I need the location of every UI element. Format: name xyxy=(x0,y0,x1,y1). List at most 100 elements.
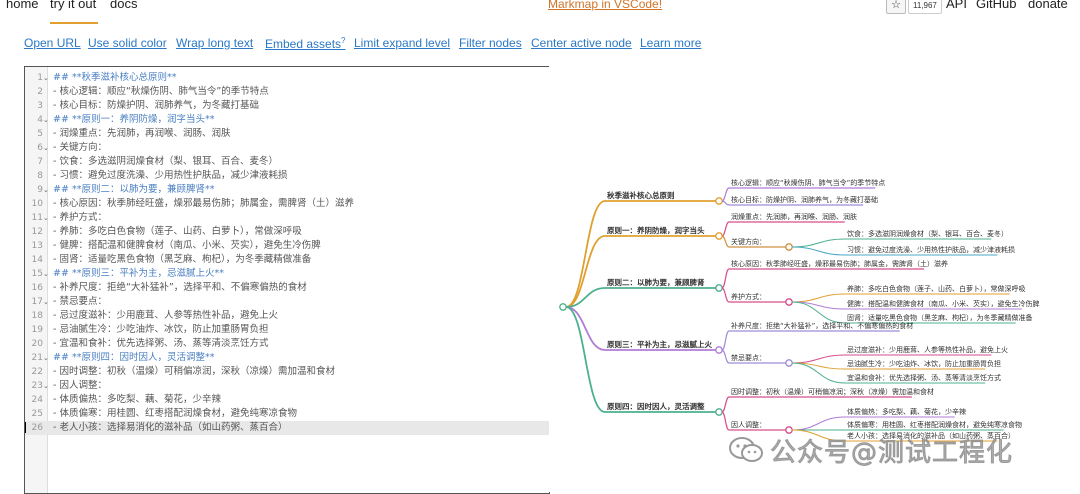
mindmap-branch-node[interactable] xyxy=(715,284,723,292)
mindmap-leaf-label[interactable]: 习惯：避免过度洗澡、少用热性护肤品，减少津液耗损 xyxy=(847,245,1015,254)
filter-nodes-link[interactable]: Filter nodes xyxy=(459,36,522,50)
mindmap-child-label[interactable]: 养护方式： xyxy=(731,292,766,301)
editor-line[interactable]: 9 ⌄ ## **原则二：以肺为要，兼顾脾肾** xyxy=(25,183,549,197)
editor-line[interactable]: 14 - 固肾：适量吃黑色食物（黑芝麻、枸杞），为冬季藏精做准备 xyxy=(25,253,549,267)
nav-home-link[interactable]: home xyxy=(6,0,39,11)
mindmap-leaf-label[interactable]: 忌过度滋补：少用鹿茸、人参等热性补品，避免上火 xyxy=(847,345,1008,354)
fold-chevron-icon[interactable]: ⌄ xyxy=(43,183,49,197)
editor-line[interactable]: 13 - 健脾：搭配温和健脾食材（南瓜、小米、芡实），避免生冷伤脾 xyxy=(25,239,549,253)
line-text: - 健脾：搭配温和健脾食材（南瓜、小米、芡实），避免生冷伤脾 xyxy=(53,240,321,251)
mindmap-child-label[interactable]: 禁忌要点： xyxy=(731,354,766,362)
editor-line[interactable]: 18 - 忌过度滋补：少用鹿茸、人参等热性补品，避免上火 xyxy=(25,309,549,323)
line-number: 8 xyxy=(37,171,43,181)
editor-line[interactable]: 11 ⌄ - 养护方式： xyxy=(25,211,549,225)
fold-chevron-icon[interactable]: ⌄ xyxy=(43,267,49,281)
line-number: 19 xyxy=(31,325,43,335)
fold-chevron-icon[interactable]: ⌄ xyxy=(43,351,49,365)
editor-line[interactable]: 23 ⌄ - 因人调整： xyxy=(25,379,549,393)
mindmap-child-label[interactable]: 润燥重点：先润肺，再润喉、润肠、润肤 xyxy=(731,212,857,221)
mindmap-leaf-label[interactable]: 宜温和食补：优先选择粥、汤、蒸等清淡烹饪方式 xyxy=(847,373,1001,382)
mindmap-branch-label[interactable]: 原则三：平补为主，忌滋腻上火 xyxy=(607,339,712,349)
nav-api-link[interactable]: API xyxy=(946,0,967,11)
editor-line[interactable]: 19 - 忌油腻生冷：少吃油炸、冰饮，防止加重肠胃负担 xyxy=(25,323,549,337)
editor-line[interactable]: 21 ⌄ ## **原则四：因时因人，灵活调整** xyxy=(25,351,549,365)
fold-chevron-icon[interactable]: ⌄ xyxy=(43,71,49,85)
mindmap-branch-label[interactable]: 秋季滋补核心总原则 xyxy=(606,190,675,200)
nav-try-it-out-link[interactable]: try it out xyxy=(50,0,96,11)
editor-line[interactable]: 7 - 饮食：多选滋阴润燥食材（梨、银耳、百合、麦冬） xyxy=(25,155,549,169)
help-marker[interactable]: ? xyxy=(341,36,345,45)
editor-line[interactable]: 15 ⌄ ## **原则三：平补为主，忌滋腻上火** xyxy=(25,267,549,281)
embed-assets-link[interactable]: Embed assets? xyxy=(265,36,346,51)
editor-line[interactable]: 17 ⌄ - 禁忌要点： xyxy=(25,295,549,309)
mindmap-leaf-label[interactable]: 体质偏寒：用桂圆、红枣搭配润燥食材，避免纯寒凉食物 xyxy=(847,420,1022,429)
editor-line[interactable]: 12 - 养肺：多吃白色食物（莲子、山药、白萝卜），常做深呼吸 xyxy=(25,225,549,239)
mindmap-child-label[interactable]: 因时调整：初秋（温燥）可稍偏凉润；深秋（凉燥）需加温和食材 xyxy=(731,387,934,396)
editor-line[interactable]: 4 ⌄ ## **原则一：养阴防燥，润字当头** xyxy=(25,113,549,127)
limit-expand-level-link[interactable]: Limit expand level xyxy=(354,36,450,50)
fold-chevron-icon[interactable]: ⌄ xyxy=(43,295,49,309)
mindmap-child-label[interactable]: 因人调整： xyxy=(731,420,766,429)
wrap-long-text-link[interactable]: Wrap long text xyxy=(176,36,253,50)
mindmap-branch-label[interactable]: 原则一：养阴防燥，润字当头 xyxy=(607,225,705,235)
nav-docs-link[interactable]: docs xyxy=(110,0,137,11)
mindmap-branch-node[interactable] xyxy=(715,232,723,240)
fold-chevron-icon[interactable]: ⌄ xyxy=(43,211,49,225)
fold-chevron-icon[interactable]: ⌄ xyxy=(43,141,49,155)
editor-line[interactable]: 16 - 补养尺度：拒绝“大补猛补”，选择平和、不偏寒偏热的食材 xyxy=(25,281,549,295)
mindmap-child-node[interactable] xyxy=(785,359,793,367)
line-text: ## **原则二：以肺为要，兼顾脾肾** xyxy=(53,184,215,195)
center-active-node-link[interactable]: Center active node xyxy=(531,36,632,50)
editor-line[interactable]: 1 ⌄ ## **秋季滋补核心总原则** xyxy=(25,71,549,85)
mindmap-leaf-label[interactable]: 忌油腻生冷：少吃油炸、冰饮，防止加重肠胃负担 xyxy=(847,359,1001,368)
mindmap-branch-label[interactable]: 原则二：以肺为要，兼顾脾肾 xyxy=(607,277,705,287)
mindmap-child-label[interactable]: 核心原因：秋季肺经旺盛，燥邪最易伤肺；肺属金，需脾肾（土）滋养 xyxy=(731,259,948,268)
editor-line[interactable]: 6 ⌄ - 关键方向： xyxy=(25,141,549,155)
markmap-vscode-link[interactable]: Markmap in VSCode! xyxy=(548,0,662,11)
open-url-link[interactable]: Open URL xyxy=(24,36,81,50)
nav-donate-link[interactable]: donate xyxy=(1028,0,1068,11)
editor-line[interactable]: 24 - 体质偏热：多吃梨、藕、菊花，少辛辣 xyxy=(25,393,549,407)
editor-line[interactable]: 2 - 核心逻辑：顺应“秋燥伤阴、肺气当令”的季节特点 xyxy=(25,85,549,99)
mindmap-child-label[interactable]: 核心目标：防燥护阴、润肺养气，为冬藏打基础 xyxy=(731,195,878,204)
mindmap-child-label[interactable]: 核心逻辑：顺应“秋燥伤阴、肺气当令”的季节特点 xyxy=(731,178,885,187)
mindmap-leaf-label[interactable]: 饮食：多选滋阴润燥食材（梨、银耳、百合、麦冬） xyxy=(847,229,1008,238)
use-solid-color-link[interactable]: Use solid color xyxy=(88,36,167,50)
mindmap-child-label[interactable]: 补养尺度：拒绝“大补猛补”，选择平和、不偏寒偏热的食材 xyxy=(731,321,913,330)
mindmap-branch-node[interactable] xyxy=(715,197,723,205)
mindmap-child-node[interactable] xyxy=(785,243,793,251)
mindmap-leaf-label[interactable]: 固肾：适量吃黑色食物（黑芝麻、枸杞），为冬季藏精做准备 xyxy=(847,313,1033,322)
mindmap-leaf-label[interactable]: 体质偏热：多吃梨、藕、菊花，少辛辣 xyxy=(847,407,966,416)
editor-line[interactable]: 3 - 核心目标：防燥护阴、润肺养气，为冬藏打基础 xyxy=(25,99,549,113)
mindmap-root-node[interactable] xyxy=(559,303,567,311)
line-text: ## **原则三：平补为主，忌滋腻上火** xyxy=(53,268,224,279)
editor-line[interactable]: 25 - 体质偏寒：用桂圆、红枣搭配润燥食材，避免纯寒凉食物 xyxy=(25,407,549,421)
mindmap-preview[interactable]: 秋季滋补核心总原则 核心逻辑：顺应“秋燥伤阴、肺气当令”的季节特点 核心目标：防燥护… xyxy=(549,66,1080,492)
editor-line[interactable]: 22 - 因时调整：初秋（温燥）可稍偏凉润，深秋（凉燥）需加温和食材 xyxy=(25,365,549,379)
editor-line[interactable]: 8 - 习惯：避免过度洗澡、少用热性护肤品，减少津液耗损 xyxy=(25,169,549,183)
star-count-badge[interactable]: 11,967 xyxy=(908,0,942,14)
fold-chevron-icon[interactable]: ⌄ xyxy=(43,379,49,393)
line-number: 18 xyxy=(31,311,43,321)
mindmap-canvas[interactable]: 秋季滋补核心总原则 核心逻辑：顺应“秋燥伤阴、肺气当令”的季节特点核心目标：防燥护… xyxy=(549,66,1080,492)
fold-chevron-icon[interactable]: ⌄ xyxy=(43,113,49,127)
line-number: 21 xyxy=(31,353,43,363)
line-text: - 老人小孩：选择易消化的滋补品（如山药粥、蒸百合） xyxy=(53,422,288,433)
mindmap-child-node[interactable] xyxy=(785,298,793,306)
mindmap-child-label[interactable]: 关键方向： xyxy=(731,237,766,246)
editor-line[interactable]: 10 - 核心原因：秋季肺经旺盛，燥邪最易伤肺；肺属金，需脾肾（土）滋养 xyxy=(25,197,549,211)
editor-line[interactable]: 5 - 润燥重点：先润肺，再润喉、润肠、润肤 xyxy=(25,127,549,141)
learn-more-link[interactable]: Learn more xyxy=(640,36,701,50)
mindmap-branch-node[interactable] xyxy=(715,346,723,354)
mindmap-leaf-label[interactable]: 养肺：多吃白色食物（莲子、山药、白萝卜），常做深呼吸 xyxy=(847,284,1026,293)
nav-github-link[interactable]: GitHub xyxy=(976,0,1016,11)
line-number: 23 xyxy=(31,381,43,391)
github-star-button[interactable]: ☆ xyxy=(886,0,906,14)
mindmap-leaf-label[interactable]: 健脾：搭配温和健脾食材（南瓜、小米、芡实），避免生冷伤脾 xyxy=(847,299,1040,308)
editor-line[interactable]: 26 - 老人小孩：选择易消化的滋补品（如山药粥、蒸百合） xyxy=(25,421,549,435)
editor-line[interactable]: 20 - 宜温和食补：优先选择粥、汤、蒸等清淡烹饪方式 xyxy=(25,337,549,351)
mindmap-branch-label[interactable]: 原则四：因时因人，灵活调整 xyxy=(607,401,705,411)
markdown-editor[interactable]: 1 ⌄ ## **秋季滋补核心总原则** 2- 核心逻辑：顺应“秋燥伤阴、肺气当令”的… xyxy=(24,66,550,494)
mindmap-branch-node[interactable] xyxy=(715,408,723,416)
line-text: - 核心逻辑：顺应“秋燥伤阴、肺气当令”的季节特点 xyxy=(53,86,269,97)
